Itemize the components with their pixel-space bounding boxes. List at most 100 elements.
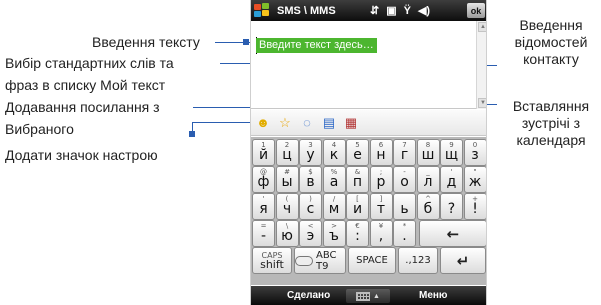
- key[interactable]: ^ б: [416, 193, 440, 220]
- key-label: ъ: [329, 228, 339, 245]
- windows-start-icon[interactable]: [254, 2, 272, 19]
- calendar-icon[interactable]: ▦: [343, 115, 359, 131]
- key[interactable]: 4к: [322, 139, 346, 166]
- key-label: !: [472, 201, 478, 217]
- key[interactable]: # ы: [275, 166, 299, 193]
- key[interactable]: > ъ: [322, 220, 346, 248]
- data-connection-icon[interactable]: ⇵: [370, 4, 379, 17]
- key[interactable]: \ ю: [275, 220, 299, 248]
- key-label: е: [353, 147, 362, 163]
- key-label: ?: [447, 201, 456, 217]
- key[interactable]: *.: [393, 220, 416, 248]
- key-label: н: [376, 147, 386, 163]
- key-label: :: [355, 228, 360, 245]
- key-label: с: [306, 201, 315, 217]
- key-label: л: [423, 174, 433, 190]
- input-panel-toggle[interactable]: ▲: [346, 289, 390, 303]
- callout-line-mood-h: [192, 122, 254, 123]
- key[interactable]: 7г: [393, 139, 416, 166]
- key[interactable]: / м: [322, 193, 346, 220]
- key-label: в: [306, 174, 315, 190]
- key[interactable]: (ч: [275, 193, 299, 220]
- volume-icon[interactable]: ◀): [418, 4, 430, 17]
- contact-card-icon[interactable]: ▤: [321, 115, 337, 131]
- key[interactable]: % а: [322, 166, 346, 193]
- key-label: д: [446, 174, 457, 190]
- key-label: ,: [378, 228, 384, 245]
- scroll-up-arrow-icon[interactable]: ▲: [478, 22, 486, 32]
- key[interactable]: ' д: [440, 166, 463, 193]
- done-softkey[interactable]: Сделано: [287, 290, 330, 301]
- signal-icon[interactable]: Ÿ: [404, 5, 411, 17]
- annotation-std-phrases-1: Вибір стандартних слів та: [5, 55, 174, 71]
- scroll-down-arrow-icon[interactable]: ▼: [478, 98, 486, 108]
- callout-marker-text-input: [243, 39, 249, 45]
- key[interactable]: < э: [299, 220, 322, 248]
- menu-softkey[interactable]: Меню: [419, 290, 447, 301]
- ok-button[interactable]: ok: [467, 3, 485, 18]
- numbers-key[interactable]: .,123: [398, 247, 438, 275]
- star-icon[interactable]: ☆: [277, 115, 293, 131]
- abc-t9-key[interactable]: ABC T9: [294, 247, 346, 275]
- key[interactable]: ?: [440, 193, 463, 220]
- key-label: о: [400, 174, 409, 190]
- space-key[interactable]: SPACE: [348, 247, 396, 275]
- key-label: г: [400, 147, 409, 163]
- message-input[interactable]: Введите текст здесь…: [256, 38, 377, 53]
- key-label: б: [423, 201, 433, 217]
- messaging-icon[interactable]: ▣: [386, 4, 396, 17]
- abc-label: ABC T9: [316, 249, 337, 272]
- key[interactable]: 2ц: [275, 139, 299, 166]
- app-title: SMS \ MMS: [277, 4, 336, 17]
- key[interactable]: _ л: [416, 166, 440, 193]
- key[interactable]: 6н: [369, 139, 393, 166]
- key[interactable]: " ж: [463, 166, 486, 193]
- key[interactable]: $ в: [299, 166, 322, 193]
- on-screen-keyboard: 1 й 2 ц 3 у 4 к 5 е 6 н 7 г 8 ш 9 щ 0 з @ ф # ы $ в% а & п; р - о _ л ' д " ж…: [251, 137, 486, 285]
- keyboard-icon: [356, 291, 371, 301]
- key-label: ь: [400, 201, 409, 217]
- key[interactable]: ] т: [369, 193, 393, 220]
- key-label: и: [352, 201, 363, 217]
- key[interactable]: 5е: [346, 139, 369, 166]
- annotation-contact-info: Введення відомостей контакту: [514, 17, 588, 67]
- key-label: ы: [281, 174, 293, 190]
- key-label: ж: [468, 174, 482, 190]
- key[interactable]: [и: [346, 193, 369, 220]
- backspace-key[interactable]: ←: [418, 220, 486, 248]
- status-bar: SMS \ MMS ⇵ ▣ Ÿ ◀) ok: [251, 0, 486, 21]
- key[interactable]: ь: [393, 193, 416, 220]
- scrollbar[interactable]: ▲ ▼: [476, 21, 486, 109]
- key[interactable]: 8ш: [416, 139, 440, 166]
- key-label: ю: [281, 228, 293, 245]
- key[interactable]: 9щ: [440, 139, 463, 166]
- key[interactable]: ) с: [299, 193, 322, 220]
- key-label: ц: [282, 147, 292, 163]
- key[interactable]: -о: [393, 166, 416, 193]
- shift-key[interactable]: CAPS shift: [252, 247, 292, 275]
- smiley-icon[interactable]: ☻: [255, 115, 271, 131]
- key[interactable]: €:: [346, 220, 369, 248]
- key[interactable]: +!: [463, 193, 486, 220]
- key-label: щ: [444, 147, 459, 163]
- key[interactable]: ; р: [369, 166, 393, 193]
- key[interactable]: @ ф: [252, 166, 275, 193]
- shift-label: shift: [260, 258, 284, 272]
- softkey-bar: Сделано ▲ Меню: [251, 286, 486, 305]
- key[interactable]: & п: [346, 166, 369, 193]
- enter-key[interactable]: ↵: [440, 247, 486, 275]
- key-label: к: [329, 147, 339, 163]
- annotation-mood-icon: Додати значок настрою: [5, 147, 158, 163]
- callout-marker-mood: [189, 131, 195, 137]
- key-label: п: [352, 174, 363, 190]
- key[interactable]: ' я: [252, 193, 275, 220]
- message-text-area[interactable]: Введите текст здесь… ▲ ▼: [251, 21, 486, 109]
- key[interactable]: 1й: [252, 139, 275, 166]
- key[interactable]: ¥,: [369, 220, 393, 248]
- toggle-switch: [295, 255, 314, 266]
- key[interactable]: 0з: [463, 139, 486, 166]
- key[interactable]: 3у: [299, 139, 322, 166]
- key[interactable]: = -: [252, 220, 275, 248]
- speech-bubble-icon[interactable]: ◌: [299, 115, 315, 131]
- annotation-std-phrases-2: фраз в списку Мой текст: [5, 77, 166, 93]
